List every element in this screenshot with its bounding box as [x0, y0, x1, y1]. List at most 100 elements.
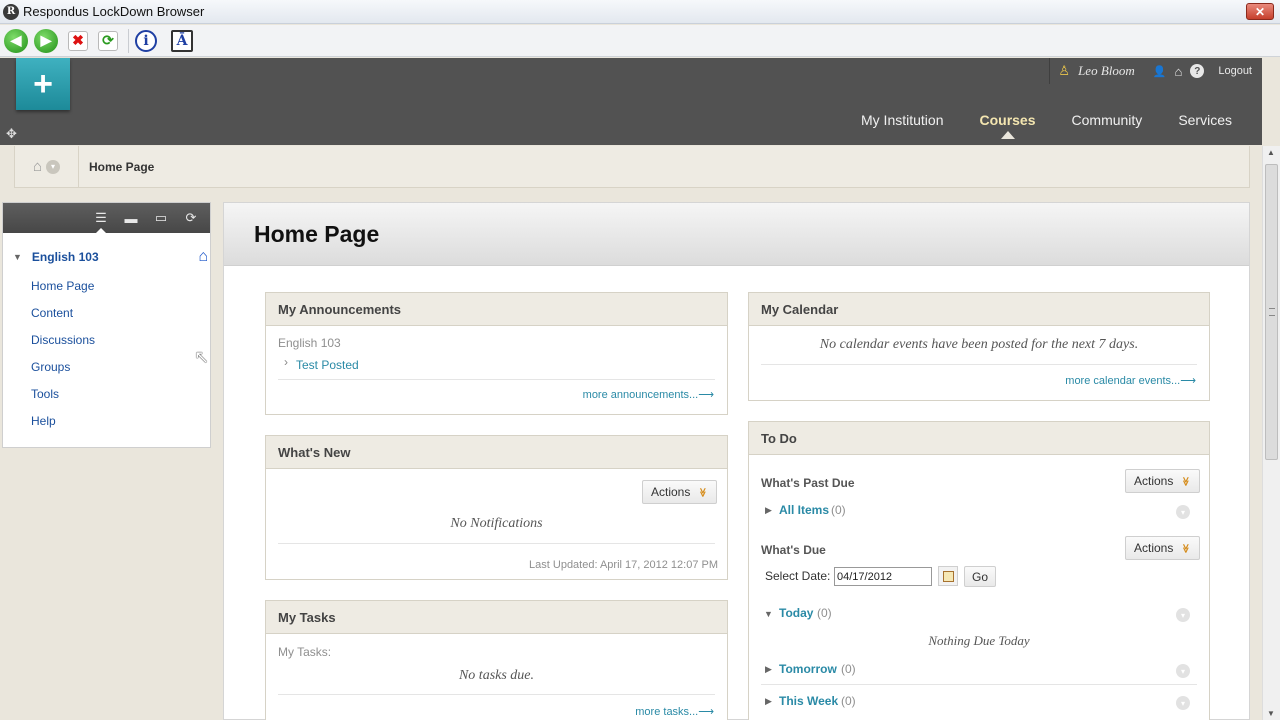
close-window-button[interactable]: ✕: [1246, 3, 1274, 20]
refresh-icon[interactable]: ⟳: [98, 30, 118, 51]
chevron-right-icon: ›: [284, 355, 288, 369]
actions-label: Actions: [1134, 541, 1174, 555]
course-menu-item-groups[interactable]: Groups: [31, 360, 95, 387]
whats-due-title: What's Due: [761, 543, 826, 557]
calendar-icon: [942, 570, 954, 582]
tab-my-institution[interactable]: My Institution: [861, 112, 943, 128]
breadcrumb-current: Home Page: [89, 159, 155, 174]
tomorrow-count: (0): [841, 662, 856, 676]
tab-courses[interactable]: Courses: [979, 112, 1036, 139]
chevron-down-icon[interactable]: ▾: [1176, 696, 1190, 710]
list-view-icon[interactable]: ☰: [86, 203, 116, 234]
all-items-link[interactable]: All Items: [779, 503, 829, 517]
actions-label: Actions: [1134, 474, 1174, 488]
more-announcements-link[interactable]: more announcements...⟶: [583, 388, 714, 401]
scroll-thumb[interactable]: [1265, 164, 1278, 460]
module-calendar: My Calendar No calendar events have been…: [748, 292, 1210, 401]
more-calendar-events-link[interactable]: more calendar events...⟶: [1065, 374, 1196, 387]
divider: [761, 684, 1197, 685]
announcement-course: English 103: [278, 336, 341, 350]
window-title: Respondus LockDown Browser: [23, 4, 205, 19]
course-menu: ☰ ▬ ▭ ⟳ ▼ English 103 ⌂ Home Page Conten…: [2, 202, 211, 448]
module-todo: To Do What's Past Due Actions ≫ ▶ All It…: [748, 421, 1210, 720]
no-notifications-text: No Notifications: [450, 516, 543, 531]
course-menu-list: Home Page Content Discussions Groups Too…: [31, 279, 95, 441]
forward-icon[interactable]: ▶: [34, 28, 58, 53]
chevron-down-icon[interactable]: ▾: [1176, 664, 1190, 678]
home-icon[interactable]: ⌂: [33, 158, 42, 175]
scroll-up-icon[interactable]: ▲: [1267, 148, 1275, 157]
breadcrumb: ⌂ ▾ Home Page: [14, 145, 1250, 188]
site-header: + ✥ ♙ Leo Bloom 👤 ⌂ ? Logout My Institut…: [0, 58, 1262, 145]
tasks-label: My Tasks:: [278, 645, 332, 659]
chevron-down-icon[interactable]: ▾: [46, 159, 61, 174]
divider: [278, 543, 715, 544]
course-name[interactable]: English 103: [32, 250, 99, 264]
course-menu-item-content[interactable]: Content: [31, 306, 95, 333]
back-icon[interactable]: ◀: [4, 28, 28, 53]
course-menu-item-home-page[interactable]: Home Page: [31, 279, 95, 306]
no-tasks-text: No tasks due.: [458, 668, 535, 683]
no-calendar-events-text: No calendar events have been posted for …: [819, 337, 1139, 352]
page-title: Home Page: [254, 221, 380, 247]
expand-triangle-icon[interactable]: ▶: [765, 505, 772, 516]
module-tasks: My Tasks My Tasks: No tasks due. more ta…: [265, 600, 728, 720]
all-items-count: (0): [831, 503, 846, 517]
whats-new-actions-button[interactable]: Actions ≫: [642, 480, 717, 504]
breadcrumb-home[interactable]: ⌂ ▾: [15, 145, 79, 188]
page-scrollbar[interactable]: ▲ ▼: [1262, 146, 1280, 720]
module-title: My Tasks: [266, 601, 727, 634]
mouse-cursor-icon: ↖: [194, 347, 210, 367]
divider: [278, 379, 715, 380]
tab-services[interactable]: Services: [1178, 112, 1232, 128]
refresh-menu-icon[interactable]: ⟳: [176, 203, 206, 233]
calendar-picker-icon[interactable]: [938, 566, 958, 586]
expand-triangle-icon[interactable]: ▶: [765, 664, 772, 675]
chevron-down-icon[interactable]: ▾: [1176, 608, 1190, 622]
announcement-link[interactable]: Test Posted: [296, 358, 359, 372]
new-window-icon[interactable]: ▭: [146, 203, 176, 233]
nothing-due-text: Nothing Due Today: [928, 633, 1030, 648]
collapse-triangle-icon[interactable]: ▼: [764, 609, 773, 619]
expand-triangle-icon[interactable]: ▶: [765, 696, 772, 707]
this-week-count: (0): [841, 694, 856, 708]
course-menu-item-help[interactable]: Help: [31, 414, 95, 441]
chevron-down-icon[interactable]: ▾: [1176, 505, 1190, 519]
last-updated-text: Last Updated: April 17, 2012 12:07 PM: [529, 559, 718, 571]
course-menu-item-discussions[interactable]: Discussions: [31, 333, 95, 360]
whats-due-actions-button[interactable]: Actions ≫: [1125, 536, 1200, 560]
collapse-triangle-icon[interactable]: ▼: [13, 252, 22, 262]
browser-toolbar: ◀ ▶ ✖ ⟳ i Ā: [0, 25, 1280, 57]
home-icon[interactable]: ⌂: [1174, 64, 1182, 79]
past-due-title: What's Past Due: [761, 476, 855, 490]
person-icon[interactable]: 👤: [1153, 65, 1167, 78]
help-icon[interactable]: ?: [1190, 64, 1205, 78]
username-link[interactable]: Leo Bloom: [1078, 63, 1135, 79]
chevron-down-icon: ≫: [698, 487, 709, 497]
divider: [761, 364, 1197, 365]
module-announcements: My Announcements English 103 › Test Post…: [265, 292, 728, 415]
info-icon[interactable]: i: [135, 29, 157, 52]
chevron-down-icon: ≫: [1181, 476, 1192, 486]
move-icon[interactable]: ✥: [6, 126, 17, 142]
tomorrow-link[interactable]: Tomorrow: [779, 662, 837, 676]
more-tasks-link[interactable]: more tasks...⟶: [635, 705, 714, 718]
scroll-down-icon[interactable]: ▼: [1267, 709, 1275, 718]
go-button[interactable]: Go: [964, 566, 996, 587]
logo-plus-icon[interactable]: +: [16, 58, 70, 110]
course-menu-toolbar: ☰ ▬ ▭ ⟳: [3, 203, 210, 234]
this-week-link[interactable]: This Week: [779, 694, 838, 708]
course-title-row: ▼ English 103 ⌂: [13, 248, 208, 266]
tab-community[interactable]: Community: [1072, 112, 1143, 128]
today-link[interactable]: Today: [779, 606, 813, 620]
stop-icon[interactable]: ✖: [68, 30, 88, 51]
actions-label: Actions: [651, 485, 691, 499]
folder-view-icon[interactable]: ▬: [116, 203, 146, 233]
today-count: (0): [817, 606, 832, 620]
text-size-icon[interactable]: Ā: [171, 29, 193, 52]
course-home-icon[interactable]: ⌂: [198, 248, 208, 266]
past-due-actions-button[interactable]: Actions ≫: [1125, 469, 1200, 493]
date-field[interactable]: [834, 567, 932, 586]
logout-link[interactable]: Logout: [1218, 65, 1252, 77]
course-menu-item-tools[interactable]: Tools: [31, 387, 95, 414]
